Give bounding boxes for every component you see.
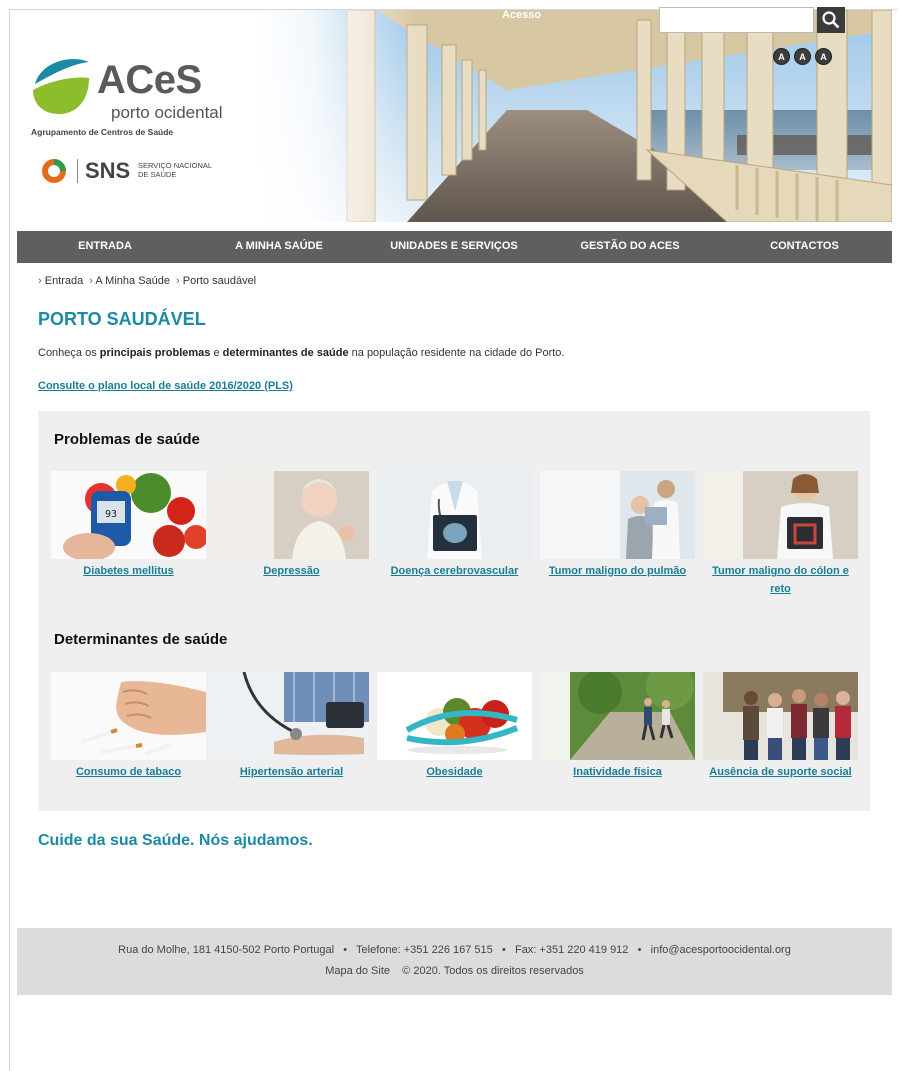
inactivity-image	[540, 672, 695, 760]
footer-contact-line: Rua do Molhe, 181 4150-502 Porto Portuga…	[17, 944, 892, 956]
font-size-medium-button[interactable]: A	[794, 48, 811, 65]
font-size-large-button[interactable]: A	[815, 48, 832, 65]
cerebrovascular-image	[377, 471, 532, 559]
search-icon	[822, 11, 840, 29]
obesity-image	[377, 672, 532, 760]
tile-doenca-cerebrovascular-label[interactable]: Doença cerebrovascular	[377, 562, 532, 580]
breadcrumb-current: Porto saudável	[182, 275, 257, 287]
pls-link[interactable]: Consulte o plano local de saúde 2016/202…	[38, 380, 293, 392]
acesso-link[interactable]: Acesso	[502, 9, 541, 21]
tagline: Cuide da sua Saúde. Nós ajudamos.	[38, 832, 313, 849]
tile-suporte-social[interactable]: Ausência de suporte social	[703, 672, 858, 781]
brand-subtitle: porto ocidental	[111, 103, 223, 122]
brand-name: ACeS	[97, 58, 202, 102]
tile-depressao-label[interactable]: Depressão	[214, 562, 369, 580]
tile-hipertensao[interactable]: Hipertensão arterial	[214, 672, 369, 781]
tile-tumor-pulmao-label[interactable]: Tumor maligno do pulmão	[540, 562, 695, 580]
tile-tabaco-label[interactable]: Consumo de tabaco	[51, 763, 206, 781]
footer-separator: •	[501, 944, 506, 956]
sns-logo: SNS SERVIÇO NACIONAL DE SAÚDE	[41, 156, 241, 188]
nav-item-entrada[interactable]: ENTRADA	[17, 240, 193, 252]
footer-copyright: © 2020. Todos os direitos reservados	[402, 965, 584, 977]
tile-doenca-cerebrovascular[interactable]: Doença cerebrovascular	[377, 471, 532, 580]
colon-cancer-image	[703, 471, 858, 559]
breadcrumb-entrada[interactable]: Entrada	[45, 275, 84, 287]
breadcrumb-a-minha-saude[interactable]: A Minha Saúde	[95, 275, 170, 287]
tile-depressao[interactable]: Depressão	[214, 471, 369, 580]
nav-item-gestao-aces[interactable]: GESTÃO DO ACES	[543, 240, 717, 252]
font-size-controls: A A A	[773, 48, 832, 65]
tobacco-image	[51, 672, 206, 760]
tile-obesidade[interactable]: Obesidade	[377, 672, 532, 781]
tile-inatividade[interactable]: Inatividade física	[540, 672, 695, 781]
tile-tumor-colon-label[interactable]: Tumor maligno do cólon e reto	[703, 562, 858, 598]
footer-links-line: Mapa do Site © 2020. Todos os direitos r…	[17, 965, 892, 977]
tile-diabetes-label[interactable]: Diabetes mellitus	[51, 562, 206, 580]
logo-area[interactable]: ACeS porto ocidental Agrupamento de Cent…	[17, 10, 317, 222]
depression-image	[214, 471, 369, 559]
intro-bold-determinants: determinantes de saúde	[222, 347, 349, 359]
intro-text: Conheça os principais problemas e determ…	[38, 347, 564, 359]
sns-line-2: DE SAÚDE	[138, 170, 177, 179]
footer-address: Rua do Molhe, 181 4150-502 Porto Portuga…	[118, 944, 335, 956]
tile-diabetes[interactable]: 93 Diabetes mellitus	[51, 471, 206, 580]
svg-text:93: 93	[105, 509, 117, 520]
search-button[interactable]	[817, 7, 845, 33]
nav-item-a-minha-saude[interactable]: A MINHA SAÚDE	[193, 240, 365, 252]
social-support-image	[703, 672, 858, 760]
sns-divider	[77, 159, 78, 183]
sns-emblem-icon	[42, 159, 66, 183]
breadcrumb: › Entrada › A Minha Saúde › Porto saudáv…	[38, 275, 257, 287]
determinantes-title: Determinantes de saúde	[54, 631, 228, 648]
nav-item-unidades-servicos[interactable]: UNIDADES E SERVIÇOS	[365, 240, 543, 252]
font-size-small-button[interactable]: A	[773, 48, 790, 65]
sns-name: SNS	[85, 158, 131, 183]
footer-sitemap-link[interactable]: Mapa do Site	[325, 965, 390, 977]
tile-hipertensao-label[interactable]: Hipertensão arterial	[214, 763, 369, 781]
brand-tagline: Agrupamento de Centros de Saúde	[31, 127, 174, 137]
search-input[interactable]	[659, 7, 814, 33]
tile-tumor-colon[interactable]: Tumor maligno do cólon e reto	[703, 471, 858, 598]
tile-suporte-social-label[interactable]: Ausência de suporte social	[703, 763, 858, 781]
footer-email-link[interactable]: info@acesportoocidental.org	[651, 944, 791, 956]
site-header: ACeS porto ocidental Agrupamento de Cent…	[17, 10, 892, 222]
health-topics-panel: Problemas de saúde 93 Diabetes mellitus	[38, 411, 870, 811]
intro-post: na população residente na cidade do Port…	[348, 347, 565, 359]
sns-line-1: SERVIÇO NACIONAL	[138, 161, 213, 170]
footer-phone: Telefone: +351 226 167 515	[356, 944, 493, 956]
intro-mid: e	[210, 347, 223, 359]
tile-inatividade-label[interactable]: Inatividade física	[540, 763, 695, 781]
intro-pre: Conheça os	[38, 347, 100, 359]
intro-bold-problems: principais problemas	[99, 347, 211, 359]
tile-tumor-pulmao[interactable]: Tumor maligno do pulmão	[540, 471, 695, 580]
tile-obesidade-label[interactable]: Obesidade	[377, 763, 532, 781]
aces-logo-icon	[33, 58, 89, 114]
lung-cancer-image	[540, 471, 695, 559]
footer-fax: Fax: +351 220 419 912	[514, 944, 629, 956]
hypertension-image	[214, 672, 369, 760]
footer-separator: •	[637, 944, 642, 956]
tile-tabaco[interactable]: Consumo de tabaco	[51, 672, 206, 781]
diabetes-image: 93	[51, 471, 206, 559]
sns-full-name: SERVIÇO NACIONAL DE SAÚDE	[138, 161, 212, 179]
main-nav: ENTRADA A MINHA SAÚDE UNIDADES E SERVIÇO…	[17, 231, 892, 263]
page-title: PORTO SAUDÁVEL	[38, 309, 206, 329]
footer-separator: •	[343, 944, 348, 956]
site-footer: Rua do Molhe, 181 4150-502 Porto Portuga…	[17, 928, 892, 995]
nav-item-contactos[interactable]: CONTACTOS	[717, 240, 892, 252]
problemas-title: Problemas de saúde	[54, 431, 200, 448]
